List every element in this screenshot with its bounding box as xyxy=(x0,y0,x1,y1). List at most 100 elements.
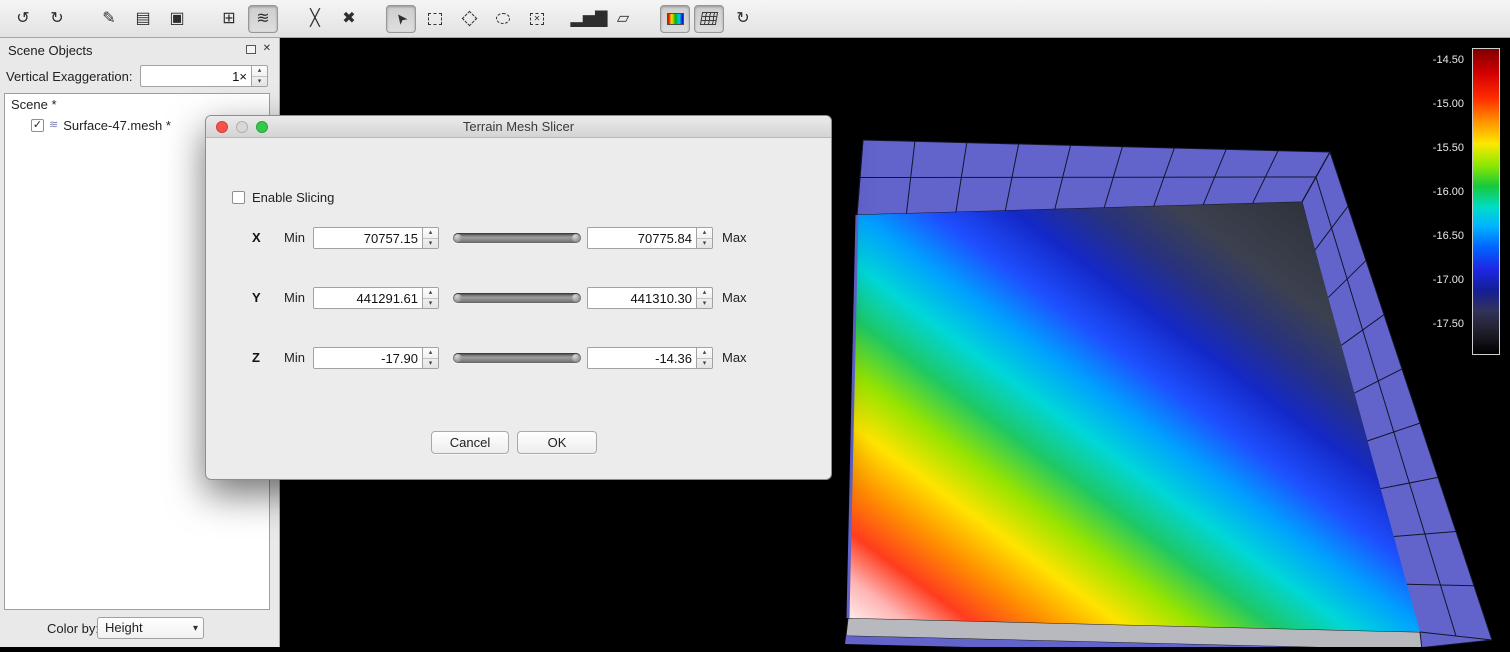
minimize-window-button[interactable] xyxy=(236,121,248,133)
stepper-up-icon[interactable]: ▴ xyxy=(252,66,267,77)
rotate-view-ccw-button[interactable]: ↺ xyxy=(8,5,38,33)
ok-button[interactable]: OK xyxy=(517,431,597,454)
polygon-select-button[interactable] xyxy=(454,5,484,33)
color-by-value: Height xyxy=(105,620,143,635)
mesh-surface-icon: ≋ xyxy=(256,11,269,27)
stepper-down-icon[interactable]: ▾ xyxy=(697,359,712,369)
rotate-view-ccw-icon: ↺ xyxy=(16,11,29,27)
chevron-down-icon: ▾ xyxy=(193,621,198,637)
x-min-label: Min xyxy=(284,226,305,250)
stepper-down-icon[interactable]: ▾ xyxy=(423,239,438,249)
panel-title: Scene Objects xyxy=(8,42,93,60)
save-button[interactable]: ▣ xyxy=(162,5,192,33)
histogram-icon: ▂▅▇ xyxy=(571,11,608,27)
z-min-stepper[interactable]: ▴ ▾ xyxy=(422,348,438,368)
y-max-stepper[interactable]: ▴ ▾ xyxy=(696,288,712,308)
vertical-exaggeration-input[interactable] xyxy=(141,66,251,86)
stepper-up-icon[interactable]: ▴ xyxy=(697,348,712,359)
x-range-slider[interactable] xyxy=(453,233,581,243)
cancel-button[interactable]: Cancel xyxy=(431,431,509,454)
stepper-up-icon[interactable]: ▴ xyxy=(423,348,438,359)
rect-select-button[interactable] xyxy=(420,5,450,33)
colormap-button[interactable] xyxy=(660,5,690,33)
clear-selection-button[interactable]: ✕ xyxy=(522,5,552,33)
axis-y-label: Y xyxy=(252,286,261,310)
panel-controls: ✕ xyxy=(246,44,271,54)
terrain-mesh-slicer-dialog: Terrain Mesh Slicer Enable Slicing X Min… xyxy=(205,115,832,480)
z-min-label: Min xyxy=(284,346,305,370)
transform-axes-icon: ╳ xyxy=(310,11,320,27)
stepper-up-icon[interactable]: ▴ xyxy=(423,228,438,239)
x-max-label: Max xyxy=(722,226,747,250)
dialog-body: Enable Slicing X Min ▴ ▾ ▴ ▾ Max xyxy=(206,138,831,480)
colorbar-tick-label: -17.00 xyxy=(1433,274,1464,286)
colorbar-tick-label: -15.50 xyxy=(1433,142,1464,154)
tree-item-checkbox[interactable]: ✓ xyxy=(31,119,44,132)
document-button[interactable]: ▤ xyxy=(128,5,158,33)
mesh-surface-button[interactable]: ≋ xyxy=(248,5,278,33)
mesh-item-icon: ≋ xyxy=(49,120,58,131)
measure-button[interactable]: ▱ xyxy=(608,5,638,33)
histogram-button[interactable]: ▂▅▇ xyxy=(574,5,604,33)
tree-root-scene[interactable]: Scene * xyxy=(5,94,269,116)
y-min-label: Min xyxy=(284,286,305,310)
stepper-up-icon[interactable]: ▴ xyxy=(697,228,712,239)
colorbar-gradient xyxy=(1472,48,1500,355)
x-min-input[interactable] xyxy=(314,228,422,248)
stepper-down-icon[interactable]: ▾ xyxy=(423,359,438,369)
edit-document-button[interactable]: ✎ xyxy=(94,5,124,33)
edit-document-icon: ✎ xyxy=(102,11,115,27)
toolbar-separator xyxy=(642,18,656,19)
rotate-view-cw-button[interactable]: ↻ xyxy=(42,5,72,33)
float-panel-icon[interactable] xyxy=(246,45,256,54)
toolbar-separator xyxy=(196,18,210,19)
measure-icon: ▱ xyxy=(617,11,629,27)
rotate-view-cw-icon: ↻ xyxy=(50,11,63,27)
transform-axes-button[interactable]: ╳ xyxy=(300,5,330,33)
zoom-window-button[interactable] xyxy=(256,121,268,133)
toolbar-separator xyxy=(76,18,90,19)
x-max-stepper[interactable]: ▴ ▾ xyxy=(696,228,712,248)
z-max-stepper[interactable]: ▴ ▾ xyxy=(696,348,712,368)
z-min-input[interactable] xyxy=(314,348,422,368)
tree-item-label: Surface-47.mesh * xyxy=(63,117,171,134)
x-min-stepper[interactable]: ▴ ▾ xyxy=(422,228,438,248)
stepper-up-icon[interactable]: ▴ xyxy=(697,288,712,299)
colorbar-ticks: -14.50-15.00-15.50-16.00-16.50-17.00-17.… xyxy=(1394,48,1464,355)
select-cursor-button[interactable]: ➤ xyxy=(386,5,416,33)
ellipse-select-button[interactable] xyxy=(488,5,518,33)
stepper-down-icon[interactable]: ▾ xyxy=(697,239,712,249)
orbit-rotate-button[interactable]: ↻ xyxy=(728,5,758,33)
colormap-icon xyxy=(667,13,684,25)
stepper-up-icon[interactable]: ▴ xyxy=(423,288,438,299)
clear-selection-icon: ✕ xyxy=(530,13,544,25)
z-max-label: Max xyxy=(722,346,747,370)
close-window-button[interactable] xyxy=(216,121,228,133)
colorbar-tick-label: -16.00 xyxy=(1433,186,1464,198)
x-max-input[interactable] xyxy=(588,228,696,248)
z-max-input[interactable] xyxy=(588,348,696,368)
enable-slicing-checkbox[interactable] xyxy=(232,191,245,204)
z-min-field-group: ▴ ▾ xyxy=(313,347,439,369)
close-panel-icon[interactable]: ✕ xyxy=(263,44,271,54)
table-grid-button[interactable]: ⊞ xyxy=(214,5,244,33)
vertical-exaggeration-stepper[interactable]: ▴ ▾ xyxy=(251,66,267,86)
wireframe-grid-button[interactable] xyxy=(694,5,724,33)
transform-scale-icon: ✖ xyxy=(342,11,355,27)
dialog-titlebar[interactable]: Terrain Mesh Slicer xyxy=(206,116,831,138)
colorbar-tick-label: -14.50 xyxy=(1433,54,1464,66)
transform-scale-button[interactable]: ✖ xyxy=(334,5,364,33)
color-by-dropdown[interactable]: Height ▾ xyxy=(97,617,204,639)
z-max-field-group: ▴ ▾ xyxy=(587,347,713,369)
stepper-down-icon[interactable]: ▾ xyxy=(423,299,438,309)
y-min-stepper[interactable]: ▴ ▾ xyxy=(422,288,438,308)
z-range-slider[interactable] xyxy=(453,353,581,363)
main-toolbar: ↺ ↻ ✎ ▤▣ ⊞ ≋ ╳ ✖ ➤ ✕ ▂▅▇ ▱ ↻ xyxy=(0,0,1510,38)
y-range-slider[interactable] xyxy=(453,293,581,303)
stepper-down-icon[interactable]: ▾ xyxy=(697,299,712,309)
x-max-field-group: ▴ ▾ xyxy=(587,227,713,249)
y-max-input[interactable] xyxy=(588,288,696,308)
wireframe-grid-icon xyxy=(700,12,718,25)
y-min-input[interactable] xyxy=(314,288,422,308)
stepper-down-icon[interactable]: ▾ xyxy=(252,77,267,87)
